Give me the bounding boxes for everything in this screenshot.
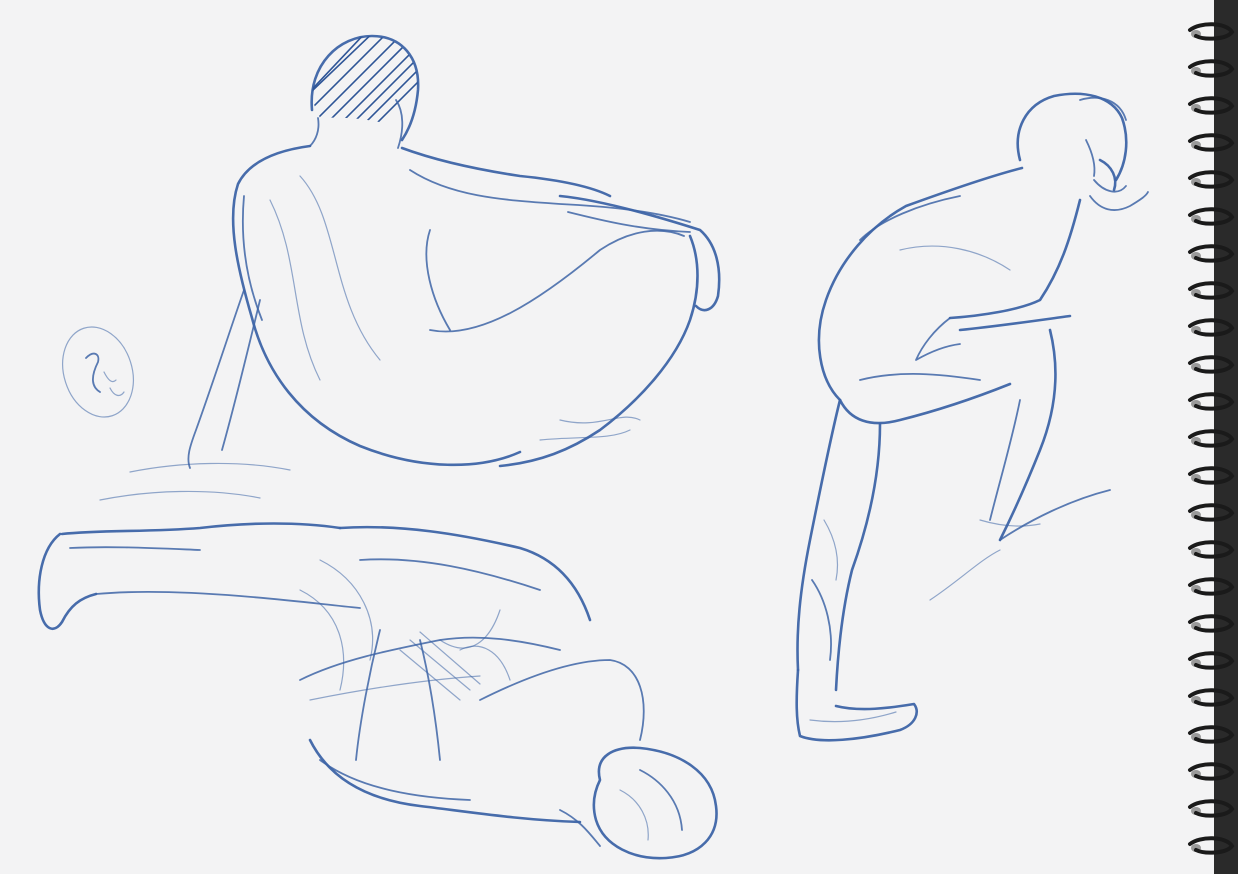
sketchbook-page	[0, 0, 1238, 874]
paper-sheet	[0, 0, 1238, 874]
